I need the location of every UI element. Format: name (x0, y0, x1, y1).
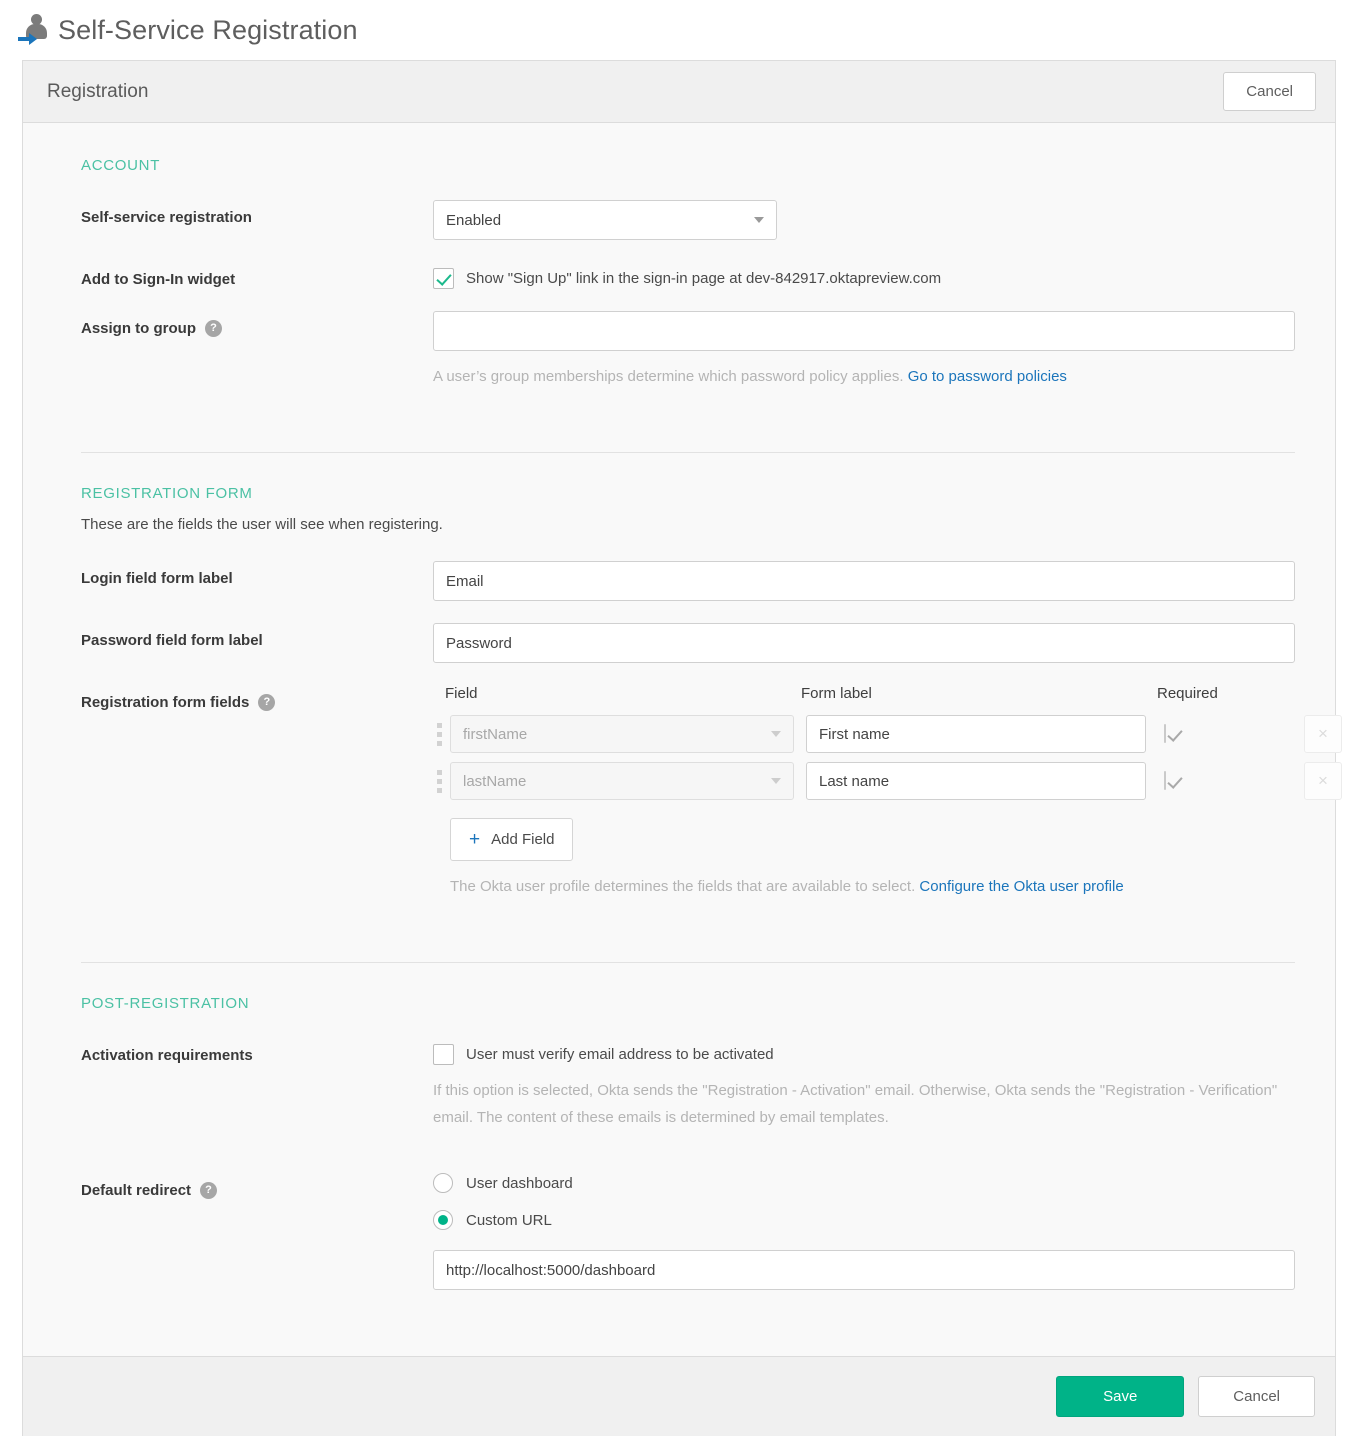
required-cell-1 (1146, 771, 1266, 790)
assign-to-group-input[interactable] (433, 311, 1295, 351)
registration-fields-table: Field Form label Required firstName Firs… (433, 685, 1342, 900)
add-field-button-label: Add Field (491, 831, 555, 848)
assign-to-group-label: Assign to group ? (59, 311, 433, 337)
column-header-required: Required (1157, 685, 1218, 702)
registration-form-section-note: These are the fields the user will see w… (81, 516, 443, 533)
form-label-input-0[interactable] (806, 715, 1146, 753)
table-row: lastName × (433, 762, 1342, 800)
registration-form-section: REGISTRATION FORM These are the fields t… (59, 485, 1342, 932)
activation-checkbox-text: User must verify email address to be act… (466, 1046, 774, 1063)
assign-to-group-label-text: Assign to group (81, 320, 196, 337)
radio-user-dashboard-label: User dashboard (466, 1174, 573, 1192)
add-field-button[interactable]: + Add Field (450, 818, 574, 861)
self-service-registration-value: Enabled (446, 211, 502, 229)
signin-widget-checkbox[interactable] (433, 268, 454, 289)
post-registration-section-title: POST-REGISTRATION (81, 995, 250, 1012)
activation-checkbox[interactable] (433, 1044, 454, 1065)
user-add-icon (16, 11, 52, 49)
chevron-down-icon (771, 778, 781, 784)
activation-hint: If this option is selected, Okta sends t… (433, 1082, 1278, 1126)
custom-url-input[interactable] (433, 1250, 1295, 1290)
field-select-value-1: lastName (463, 772, 527, 790)
redirect-option-user-dashboard[interactable]: User dashboard (433, 1173, 1295, 1193)
activation-checkbox-row[interactable]: User must verify email address to be act… (433, 1038, 1295, 1065)
account-section: ACCOUNT Self-service registration Enable… (59, 157, 1295, 422)
remove-field-button-1[interactable]: × (1304, 762, 1342, 800)
self-service-registration-select[interactable]: Enabled (433, 200, 777, 240)
panel-footer: Save Cancel (22, 1356, 1336, 1436)
signin-widget-checkbox-text: Show "Sign Up" link in the sign-in page … (466, 270, 942, 287)
column-header-form-label: Form label (801, 685, 872, 702)
password-policies-link[interactable]: Go to password policies (908, 368, 1067, 385)
password-field-label: Password field form label (81, 632, 263, 649)
panel-body: ACCOUNT Self-service registration Enable… (23, 123, 1342, 1356)
redirect-option-custom-url[interactable]: Custom URL (433, 1210, 1295, 1230)
registration-form-fields-help-icon[interactable]: ? (258, 694, 276, 711)
default-redirect-label: Default redirect ? (59, 1173, 433, 1199)
signin-widget-checkbox-row[interactable]: Show "Sign Up" link in the sign-in page … (433, 262, 1295, 289)
default-redirect-row: Default redirect ? User dashboard Custom… (59, 1173, 1295, 1290)
self-service-registration-label: Self-service registration (81, 209, 252, 226)
drag-handle-icon[interactable] (433, 768, 445, 795)
panel-title: Registration (47, 80, 149, 102)
signin-widget-row: Add to Sign-In widget Show "Sign Up" lin… (59, 262, 1295, 289)
radio-user-dashboard[interactable] (433, 1173, 453, 1193)
page-title: Self-Service Registration (58, 14, 358, 45)
login-field-label: Login field form label (81, 570, 233, 587)
login-field-label-input[interactable] (433, 561, 1295, 601)
assign-to-group-hint-text: A user’s group memberships determine whi… (433, 368, 904, 385)
registration-fields-hint-text: The Okta user profile determines the fie… (450, 878, 916, 895)
remove-field-button-0[interactable]: × (1304, 715, 1342, 753)
assign-to-group-row: Assign to group ? A user’s group members… (59, 311, 1295, 390)
radio-custom-url[interactable] (433, 1210, 453, 1230)
account-section-title: ACCOUNT (81, 157, 161, 174)
form-label-input-1[interactable] (806, 762, 1146, 800)
default-redirect-label-text: Default redirect (81, 1182, 192, 1199)
login-field-label-row: Login field form label (59, 561, 1295, 601)
drag-handle-icon[interactable] (433, 721, 445, 748)
plus-icon: + (469, 829, 481, 850)
default-redirect-help-icon[interactable]: ? (200, 1182, 218, 1199)
registration-form-section-title: REGISTRATION FORM (81, 485, 253, 502)
table-row: firstName × (433, 715, 1342, 753)
password-field-label-row: Password field form label (59, 623, 1295, 663)
assign-to-group-hint: A user’s group memberships determine whi… (433, 363, 1295, 390)
column-header-field: Field (445, 685, 478, 702)
post-registration-section: POST-REGISTRATION Activation requirement… (59, 995, 1295, 1322)
footer-cancel-button[interactable]: Cancel (1198, 1376, 1315, 1417)
required-checkbox-1[interactable] (1164, 771, 1166, 790)
save-button[interactable]: Save (1056, 1376, 1185, 1417)
chevron-down-icon (771, 731, 781, 737)
panel-header: Registration Cancel (23, 61, 1335, 123)
section-divider-2 (81, 962, 1295, 963)
page-header: Self-Service Registration (0, 0, 1354, 60)
registration-panel: Registration Cancel ACCOUNT Self-service… (22, 60, 1342, 1356)
required-checkbox-0[interactable] (1164, 724, 1166, 743)
configure-okta-user-profile-link[interactable]: Configure the Okta user profile (919, 878, 1123, 895)
registration-fields-hint: The Okta user profile determines the fie… (450, 873, 1295, 900)
header-cancel-button[interactable]: Cancel (1223, 72, 1316, 111)
registration-form-fields-row: Registration form fields ? Field Form la… (59, 685, 1342, 900)
registration-form-fields-label-text: Registration form fields (81, 694, 250, 711)
chevron-down-icon (754, 217, 764, 223)
activation-requirements-label: Activation requirements (81, 1047, 253, 1064)
password-field-label-input[interactable] (433, 623, 1295, 663)
required-cell-0 (1146, 724, 1266, 743)
assign-to-group-help-icon[interactable]: ? (205, 320, 222, 337)
section-divider-1 (81, 452, 1295, 453)
field-select-0[interactable]: firstName (450, 715, 794, 753)
signin-widget-label: Add to Sign-In widget (81, 271, 236, 288)
field-select-value-0: firstName (463, 725, 528, 743)
self-service-registration-row: Self-service registration Enabled (59, 200, 1295, 240)
registration-fields-table-header: Field Form label Required (433, 685, 1295, 702)
remove-cell-0: × (1304, 715, 1342, 753)
registration-form-fields-label: Registration form fields ? (59, 685, 433, 711)
radio-custom-url-label: Custom URL (466, 1211, 552, 1229)
remove-cell-1: × (1304, 762, 1342, 800)
field-select-1[interactable]: lastName (450, 762, 794, 800)
activation-requirements-row: Activation requirements User must verify… (59, 1038, 1295, 1131)
